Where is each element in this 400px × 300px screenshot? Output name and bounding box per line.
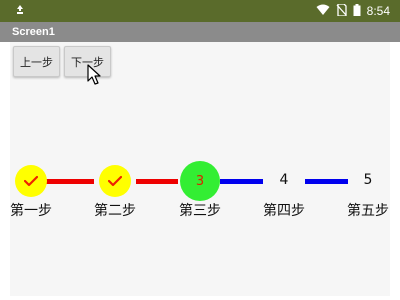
previous-step-button[interactable]: 上一步 <box>13 46 60 77</box>
wifi-icon <box>316 4 330 19</box>
battery-icon <box>353 3 361 19</box>
notification-icon <box>16 4 24 18</box>
screen-content: 上一步 下一步 <box>10 42 390 296</box>
app-title-bar: Screen1 <box>0 22 400 42</box>
mouse-pointer-icon <box>87 64 101 85</box>
no-sim-icon <box>336 2 347 19</box>
screen-title: Screen1 <box>12 26 55 38</box>
status-bar: 8:54 <box>0 0 400 22</box>
status-icons: 8:54 <box>316 2 390 19</box>
status-time: 8:54 <box>366 4 390 18</box>
